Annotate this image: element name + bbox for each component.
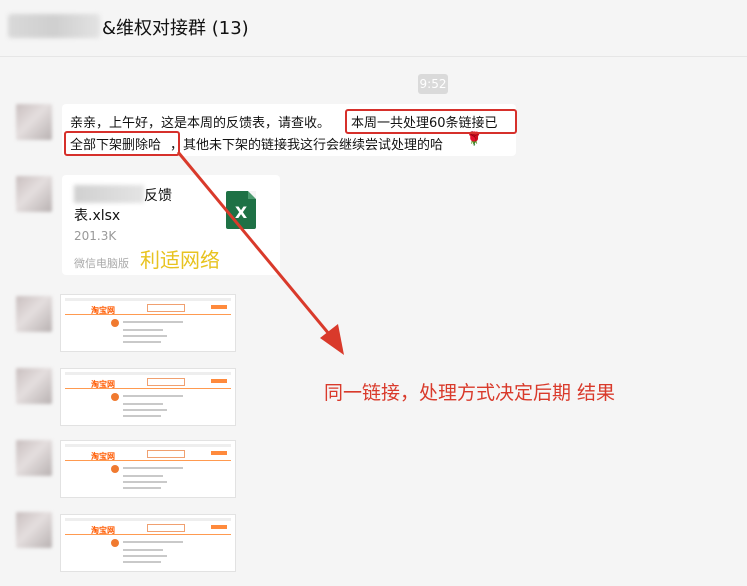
annotation-text: 同一链接，处理方式决定后期 结果 — [324, 382, 616, 404]
annotation-arrow — [176, 151, 344, 355]
